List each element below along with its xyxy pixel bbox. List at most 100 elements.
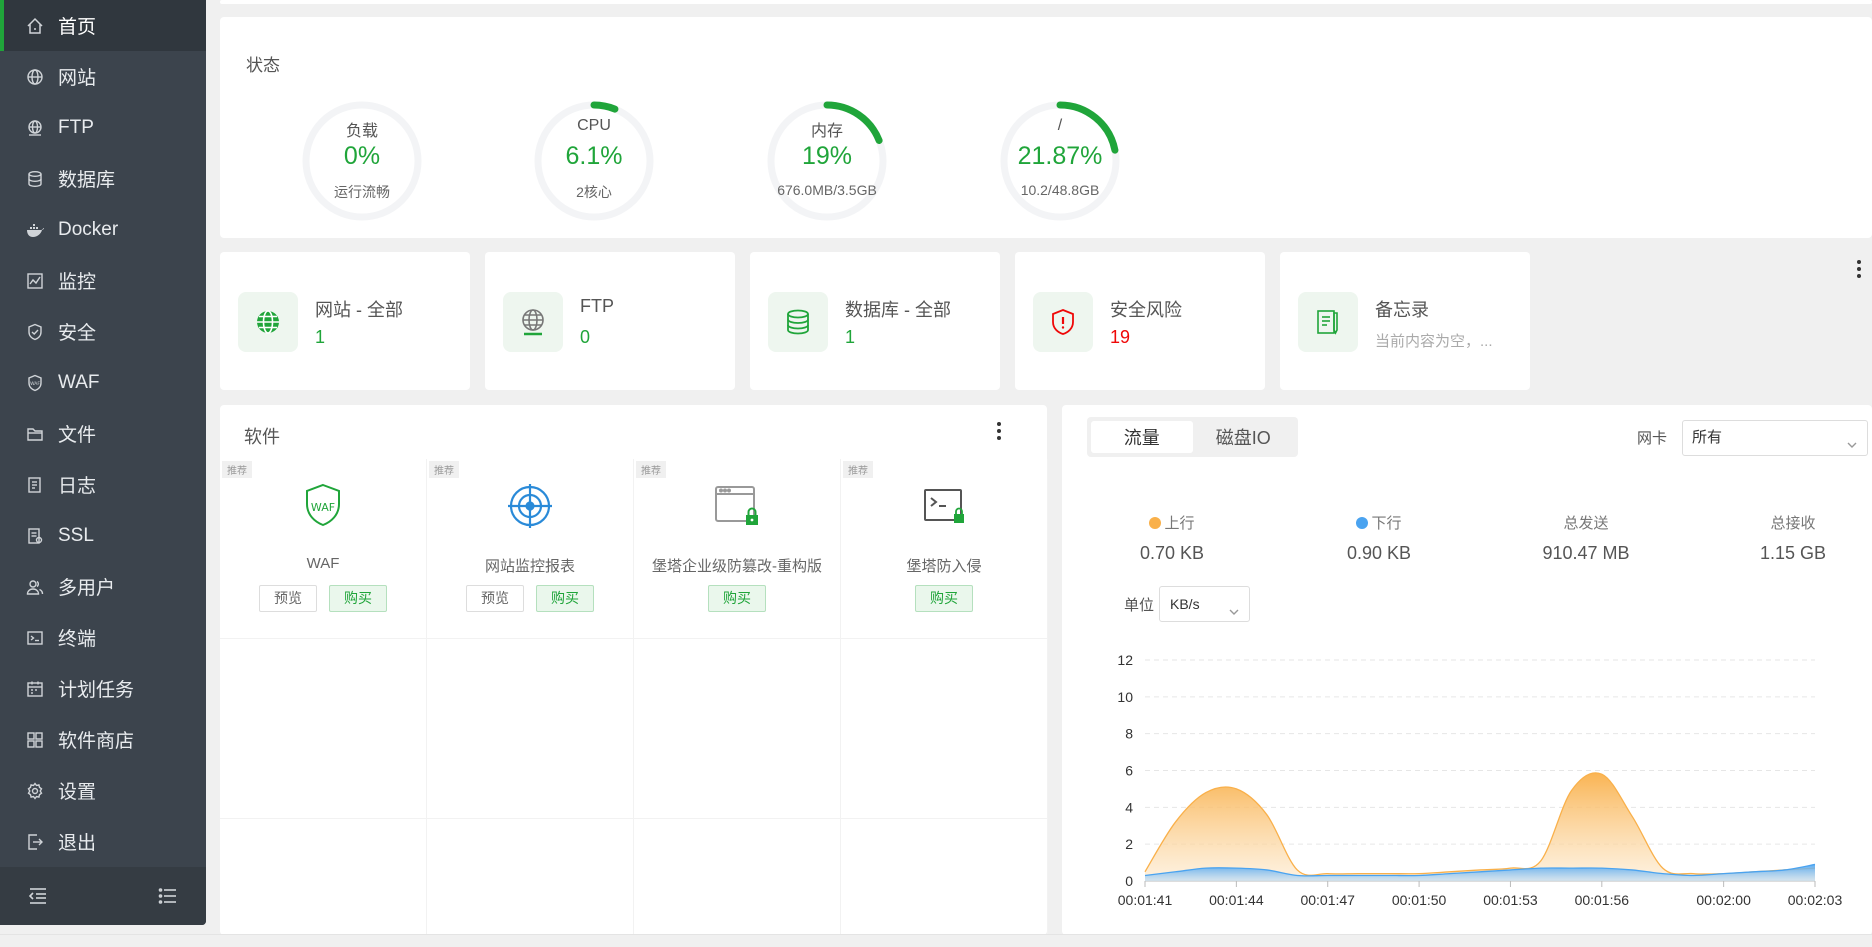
y-tick-label: 4 (1125, 799, 1133, 815)
gauge-sub: 2核心 (576, 184, 612, 200)
gauge-sub: 10.2/48.8GB (1020, 182, 1100, 198)
software-item-2[interactable]: 推荐 堡塔企业级防篡改-重构版 购买 (634, 459, 841, 639)
gauge-3[interactable]: / 21.87% 10.2/48.8GB (986, 87, 1134, 235)
sidebar-item-6[interactable]: 安全 (0, 306, 206, 357)
sidebar-item-5[interactable]: 监控 (0, 255, 206, 306)
software-empty-cell (220, 639, 427, 819)
preview-button[interactable]: 预览 (259, 585, 317, 612)
stat-value: 0.70 KB (1139, 543, 1205, 563)
gauge-1[interactable]: CPU 6.1% 2核心 (520, 87, 668, 235)
software-actions: 购买 (841, 585, 1047, 612)
sidebar-item-label: 设置 (58, 782, 97, 803)
y-tick-label: 10 (1117, 689, 1133, 705)
unit-select[interactable]: KB/s (1159, 586, 1250, 622)
y-tick-label: 2 (1125, 836, 1133, 852)
waf-icon: WAF (26, 374, 44, 392)
stat-value: 0.90 KB (1346, 543, 1412, 563)
recommend-badge: 推荐 (222, 461, 252, 478)
sidebar-item-15[interactable]: 设置 (0, 765, 206, 816)
software-icon (712, 481, 762, 531)
sidebar-item-8[interactable]: 文件 (0, 408, 206, 459)
buy-button[interactable]: 购买 (708, 585, 766, 612)
log-icon (26, 476, 44, 494)
top-panel-edge (220, 0, 1872, 4)
overview-title: 网站 - 全部 (315, 300, 403, 320)
overview-value[interactable]: 1 (315, 327, 325, 348)
y-tick-label: 8 (1125, 726, 1133, 742)
software-empty-cell (841, 819, 1048, 939)
recommend-badge: 推荐 (429, 461, 459, 478)
status-panel: 状态 负载 0% 运行流畅 CPU 6.1% 2核心 内存 19% 676.0MB/3.5GB /… (220, 17, 1872, 238)
users-icon (26, 578, 44, 596)
sidebar-item-14[interactable]: 软件商店 (0, 714, 206, 765)
software-item-0[interactable]: 推荐 WAF WAF 预览 购买 (220, 459, 427, 639)
gauge-value: 19% (801, 142, 853, 170)
sidebar-item-16[interactable]: 退出 (0, 816, 206, 867)
buy-button[interactable]: 购买 (536, 585, 594, 612)
nic-select-value: 所有 (1692, 429, 1723, 446)
tab-disk-io[interactable]: 磁盘IO (1193, 421, 1295, 453)
sidebar-item-3[interactable]: 数据库 (0, 153, 206, 204)
gauge-value: 0% (343, 142, 381, 170)
software-item-3[interactable]: 推荐 堡塔防入侵 购买 (841, 459, 1048, 639)
overview-value[interactable]: 19 (1110, 327, 1130, 348)
software-empty-cell (427, 819, 634, 939)
sidebar-item-label: 文件 (58, 425, 97, 446)
status-title: 状态 (246, 56, 280, 75)
gauge-label: 负载 (345, 123, 378, 140)
software-actions: 购买 (634, 585, 840, 612)
sidebar-footer (0, 867, 206, 925)
software-icon: WAF (298, 481, 348, 531)
sidebar-item-0[interactable]: 首页 (0, 0, 206, 51)
overview-card-0[interactable]: 网站 - 全部 1 (220, 252, 470, 390)
overview-title: FTP (580, 296, 614, 316)
sidebar-item-label: 软件商店 (58, 731, 135, 752)
sidebar-item-9[interactable]: 日志 (0, 459, 206, 510)
sidebar-item-label: 多用户 (58, 578, 116, 599)
ftp-icon (26, 119, 44, 137)
tab-traffic[interactable]: 流量 (1091, 421, 1193, 453)
database-icon (26, 170, 44, 188)
collapse-sidebar-icon[interactable] (28, 886, 48, 906)
sidebar-item-label: 监控 (58, 272, 97, 293)
y-tick-label: 12 (1117, 652, 1133, 668)
overview-card-1[interactable]: FTP 0 (485, 252, 735, 390)
sidebar-item-12[interactable]: 终端 (0, 612, 206, 663)
sidebar-item-label: 终端 (58, 629, 97, 650)
buy-button[interactable]: 购买 (329, 585, 387, 612)
traffic-tabs: 流量 磁盘IO (1087, 417, 1298, 457)
x-tick-label: 00:01:56 (1575, 892, 1630, 908)
overview-card-4[interactable]: 备忘录 当前内容为空，... (1280, 252, 1530, 390)
sidebar-item-11[interactable]: 多用户 (0, 561, 206, 612)
x-tick-label: 00:01:50 (1392, 892, 1447, 908)
software-item-1[interactable]: 推荐 网站监控报表 预览 购买 (427, 459, 634, 639)
buy-button[interactable]: 购买 (915, 585, 973, 612)
preview-button[interactable]: 预览 (466, 585, 524, 612)
sidebar-item-1[interactable]: 网站 (0, 51, 206, 102)
software-more-icon[interactable] (992, 420, 1006, 442)
software-empty-cell (427, 639, 634, 819)
nic-label: 网卡 (1637, 430, 1668, 447)
overview-card-3[interactable]: 安全风险 19 (1015, 252, 1265, 390)
software-panel: 软件 推荐 WAF WAF 预览 购买 推荐 网站监控报表 预览 购买 推荐 堡塔企业级防篡改-重构… (220, 405, 1048, 939)
sidebar-item-4[interactable]: Docker (0, 204, 206, 255)
sidebar-item-13[interactable]: 计划任务 (0, 663, 206, 714)
sidebar-item-label: 计划任务 (58, 680, 135, 701)
sidebar-item-10[interactable]: SSL (0, 510, 206, 561)
gauge-0[interactable]: 负载 0% 运行流畅 (288, 87, 436, 235)
software-empty-cell (841, 639, 1048, 819)
nic-select[interactable]: 所有 (1682, 420, 1868, 456)
gear-icon (26, 781, 44, 800)
overview-card-2[interactable]: 数据库 - 全部 1 (750, 252, 1000, 390)
ftp-icon (503, 292, 563, 352)
more-options-icon[interactable] (1852, 258, 1866, 280)
overview-value[interactable]: 1 (845, 327, 855, 348)
gauge-2[interactable]: 内存 19% 676.0MB/3.5GB (753, 87, 901, 235)
software-empty-cell (634, 639, 841, 819)
globe-icon (26, 68, 44, 86)
list-menu-icon[interactable] (158, 886, 178, 906)
grid-icon (26, 731, 44, 749)
sidebar-item-2[interactable]: FTP (0, 102, 206, 153)
overview-value[interactable]: 0 (580, 327, 590, 348)
sidebar-item-7[interactable]: WAF WAF (0, 357, 206, 408)
